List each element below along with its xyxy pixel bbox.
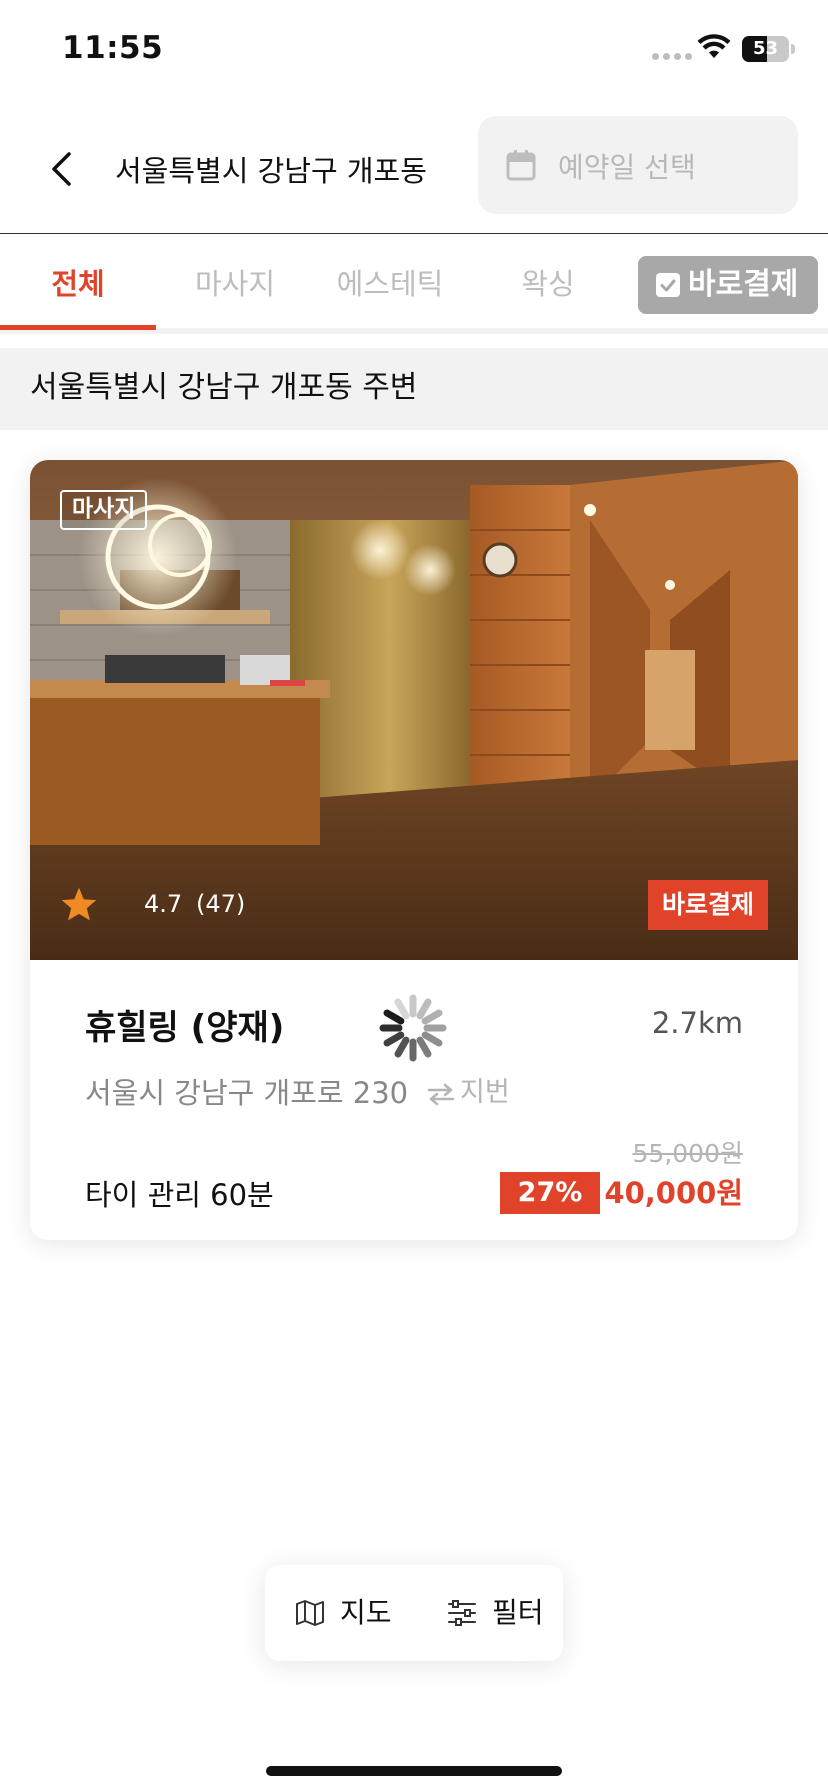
tab-underline	[0, 325, 156, 330]
date-picker-button[interactable]: 예약일 선택	[478, 116, 798, 214]
swap-icon	[427, 1083, 455, 1105]
back-button[interactable]	[40, 138, 90, 198]
header: 서울특별시 강남구 개포동 예약일 선택	[0, 108, 828, 234]
map-button[interactable]: 지도	[295, 1565, 415, 1661]
filter-label: 필터	[492, 1596, 544, 1629]
map-icon	[296, 1600, 324, 1626]
category-badge: 마사지	[60, 490, 148, 530]
calendar-icon	[506, 150, 536, 181]
tab-label: 왁싱	[521, 267, 575, 301]
tab-label: 마사지	[194, 267, 276, 301]
discount-badge: 27%	[500, 1172, 600, 1214]
address-toggle-label: 지번	[460, 1077, 510, 1108]
shop-card[interactable]: 마사지 4.7 (47) 바로결제 휴힐링 (양재) 2.7km 서울시 강남구…	[30, 460, 798, 1240]
star-icon	[61, 887, 97, 921]
instant-pay-label: 바로결제	[688, 267, 799, 302]
filter-icon	[448, 1600, 476, 1626]
rating-score: 4.7	[144, 890, 183, 918]
section-header: 서울특별시 강남구 개포동 주변	[0, 348, 828, 430]
header-title: 서울특별시 강남구 개포동	[115, 154, 427, 188]
tab-label: 전체	[51, 267, 105, 301]
back-arrow-icon	[52, 152, 71, 186]
address-type-toggle[interactable]: 지번	[426, 1070, 510, 1109]
date-placeholder: 예약일 선택	[558, 151, 696, 184]
tab-label: 에스테틱	[336, 267, 444, 301]
section-title: 서울특별시 강남구 개포동 주변	[30, 370, 418, 405]
tab-esthetic[interactable]: 에스테틱	[312, 236, 468, 334]
checkbox-icon	[656, 273, 680, 297]
category-tabs: 전체 마사지 에스테틱 왁싱 바로결제	[0, 236, 828, 334]
distance: 2.7km	[651, 1006, 743, 1040]
sale-price: 40,000원	[604, 1176, 743, 1210]
map-label: 지도	[340, 1596, 392, 1629]
service-name: 타이 관리 60분	[85, 1178, 274, 1212]
loading-spinner-icon	[379, 994, 447, 1062]
review-count: (47)	[196, 890, 246, 918]
filter-button[interactable]: 필터	[447, 1565, 557, 1661]
tab-waxing[interactable]: 왁싱	[470, 236, 626, 334]
battery-level: 53	[752, 38, 779, 59]
status-bar: 11:55 53	[0, 0, 828, 100]
tab-massage[interactable]: 마사지	[157, 236, 313, 334]
home-indicator	[266, 1766, 562, 1776]
shop-address: 서울시 강남구 개포로 230	[85, 1076, 409, 1110]
cellular-signal-icon	[652, 53, 692, 60]
tab-all[interactable]: 전체	[0, 236, 156, 334]
battery-icon: 53	[742, 36, 789, 62]
wifi-icon	[697, 34, 731, 58]
original-price: 55,000원	[632, 1139, 743, 1168]
instant-pay-filter-toggle[interactable]: 바로결제	[638, 256, 818, 314]
status-time: 11:55	[62, 30, 164, 66]
instant-pay-badge: 바로결제	[648, 880, 768, 930]
battery-cap	[791, 44, 795, 54]
floating-action-bar: 지도 필터	[265, 1565, 563, 1661]
shop-name: 휴힐링 (양재)	[85, 1008, 285, 1048]
